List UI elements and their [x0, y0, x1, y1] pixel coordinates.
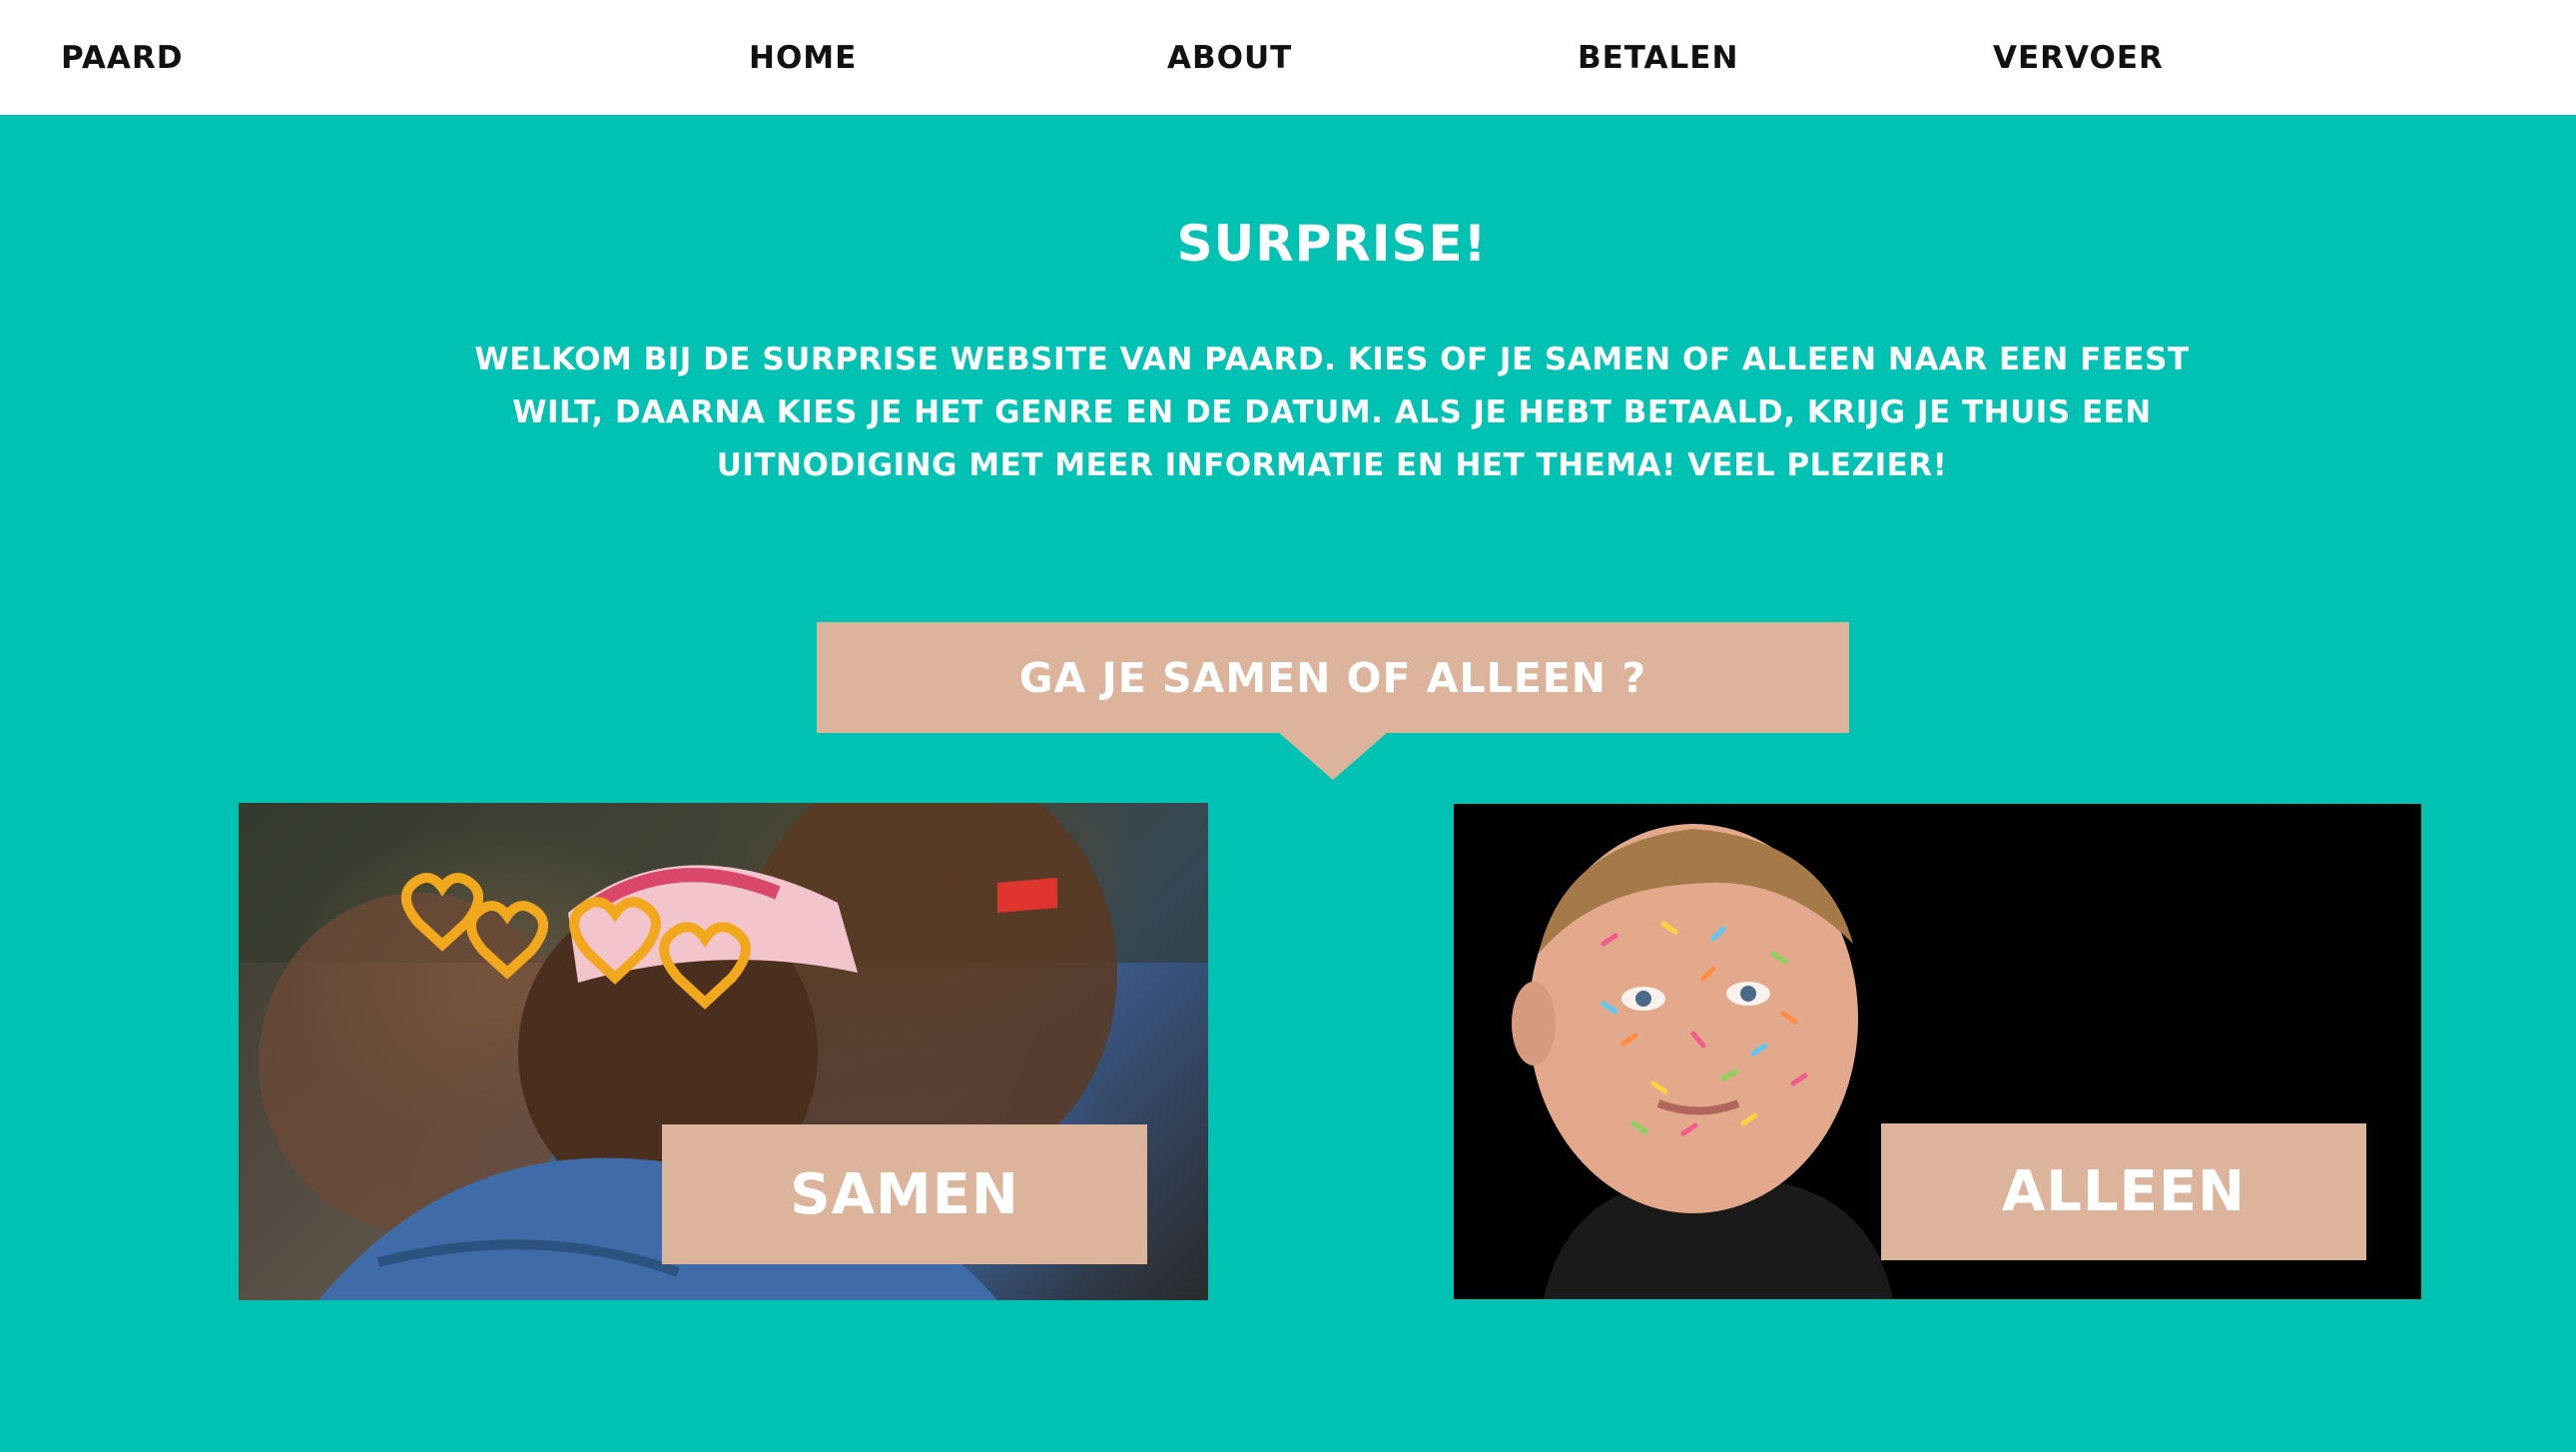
alleen-label-box[interactable]: ALLEEN [1881, 1123, 2366, 1260]
question-banner: GA JE SAMEN OF ALLEEN ? [817, 622, 1849, 733]
page-title: SURPRISE! [1176, 215, 1488, 273]
option-card-samen[interactable]: SAMEN [239, 803, 1208, 1300]
nav-link-vervoer[interactable]: VERVOER [1993, 40, 2164, 76]
nav-link-home[interactable]: HOME [749, 40, 857, 76]
brand-logo-link[interactable]: PAARD [61, 40, 183, 76]
question-pointer-arrow [1278, 732, 1388, 780]
option-card-alleen[interactable]: ALLEEN [1454, 804, 2421, 1299]
top-navbar: PAARD HOME ABOUT BETALEN VERVOER [0, 0, 2576, 115]
nav-link-about[interactable]: ABOUT [1167, 40, 1292, 76]
nav-link-betalen[interactable]: BETALEN [1578, 40, 1738, 76]
intro-text: WELKOM BIJ DE SURPRISE WEBSITE VAN PAARD… [474, 342, 2190, 483]
question-text: GA JE SAMEN OF ALLEEN ? [1018, 653, 1647, 702]
alleen-label: ALLEEN [2001, 1159, 2247, 1224]
samen-label-box[interactable]: SAMEN [662, 1124, 1147, 1264]
samen-label: SAMEN [790, 1161, 1019, 1227]
